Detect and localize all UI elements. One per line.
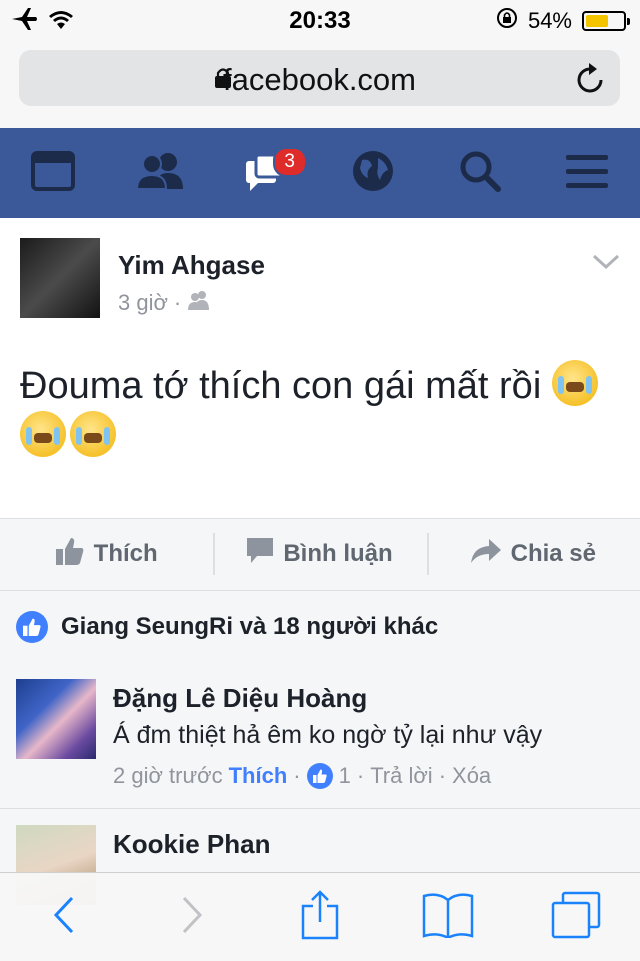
status-bar: 20:33 54% <box>0 0 640 40</box>
reply-link[interactable]: Trả lời <box>370 763 433 789</box>
likes-summary[interactable]: Giang SeungRi và 18 người khác <box>0 590 640 664</box>
crying-face-icon <box>20 411 66 457</box>
comment-button[interactable]: Bình luận <box>213 519 426 589</box>
share-button-browser[interactable] <box>290 887 350 947</box>
commenter-avatar[interactable] <box>16 679 96 759</box>
nav-friend-requests[interactable] <box>130 143 190 203</box>
chevron-down-icon[interactable] <box>592 254 620 275</box>
like-reaction-icon <box>306 763 333 789</box>
commenter-name[interactable]: Kookie Phan <box>113 829 270 860</box>
post-meta: 3 giờ · <box>118 290 211 316</box>
nav-notifications[interactable] <box>343 143 403 203</box>
post-card: Yim Ahgase 3 giờ · Đouma tớ thích con gá… <box>0 218 640 589</box>
bookmarks-button[interactable] <box>418 887 478 947</box>
crying-face-icon <box>70 411 116 457</box>
status-right: 54% <box>496 7 630 35</box>
url-text: facebook.com <box>223 62 416 97</box>
forward-button[interactable] <box>162 887 222 947</box>
post-actions: Thích Bình luận Chia sẻ <box>0 518 640 589</box>
thumbs-up-icon <box>55 537 84 572</box>
chevron-right-icon <box>181 896 203 939</box>
commenter-name[interactable]: Đặng Lê Diệu Hoàng <box>113 683 367 714</box>
share-arrow-icon <box>470 538 501 570</box>
browser-bar: facebook.com <box>0 40 640 129</box>
like-button[interactable]: Thích <box>0 519 213 589</box>
share-button[interactable]: Chia sẻ <box>426 519 640 589</box>
like-label: Thích <box>93 540 158 567</box>
comment-item: Đặng Lê Diệu Hoàng Á đm thiệt hả êm ko n… <box>0 663 640 809</box>
friends-audience-icon <box>187 290 211 316</box>
comment-text: Á đm thiệt hả êm ko ngờ tỷ lại như vậy <box>113 721 543 749</box>
comment-like-count: 1 <box>338 763 351 788</box>
post-author[interactable]: Yim Ahgase <box>118 250 265 281</box>
facebook-nav: 3 <box>0 128 640 218</box>
share-icon <box>301 889 339 945</box>
news-feed-icon <box>31 150 76 196</box>
nav-menu[interactable] <box>557 143 617 203</box>
comment-label: Bình luận <box>283 540 393 567</box>
nav-messages[interactable]: 3 <box>237 143 307 203</box>
battery-icon <box>582 11 630 31</box>
tabs-button[interactable] <box>546 887 606 947</box>
messages-badge: 3 <box>272 147 307 177</box>
browser-toolbar <box>0 872 640 961</box>
meta-separator: · <box>173 290 182 315</box>
battery-percent: 54% <box>527 8 572 33</box>
post-text: Đouma tớ thích con gái mất rồi <box>20 360 620 462</box>
post-time[interactable]: 3 giờ <box>118 290 168 316</box>
share-label: Chia sẻ <box>510 540 596 567</box>
rotation-lock-icon <box>496 7 518 35</box>
comment-icon <box>247 537 274 571</box>
author-avatar[interactable] <box>20 238 100 318</box>
delete-link[interactable]: Xóa <box>452 763 491 789</box>
nav-news-feed[interactable] <box>23 143 83 203</box>
friends-icon <box>135 151 185 196</box>
address-bar[interactable]: facebook.com <box>19 50 620 106</box>
back-button[interactable] <box>34 887 94 947</box>
post-text-content: Đouma tớ thích con gái mất rồi <box>20 365 542 407</box>
hamburger-menu-icon <box>565 153 608 194</box>
meta-separator: · <box>356 763 365 788</box>
meta-separator: · <box>438 763 447 788</box>
reload-icon[interactable] <box>576 62 606 99</box>
book-icon <box>422 892 474 943</box>
chevron-left-icon <box>53 896 75 939</box>
comment-meta: 2 giờ trước Thích · 1 · Trả lời · Xóa <box>113 763 491 789</box>
search-icon <box>459 150 501 197</box>
meta-separator: · <box>293 763 301 788</box>
crying-face-icon <box>551 360 598 406</box>
nav-search[interactable] <box>450 143 510 203</box>
globe-icon <box>352 150 394 197</box>
tabs-icon <box>551 891 601 944</box>
likes-text: Giang SeungRi và 18 người khác <box>61 613 439 640</box>
like-reaction-icon <box>16 611 48 643</box>
comment-time: 2 giờ trước <box>113 763 223 788</box>
comment-like-link[interactable]: Thích <box>229 763 288 789</box>
